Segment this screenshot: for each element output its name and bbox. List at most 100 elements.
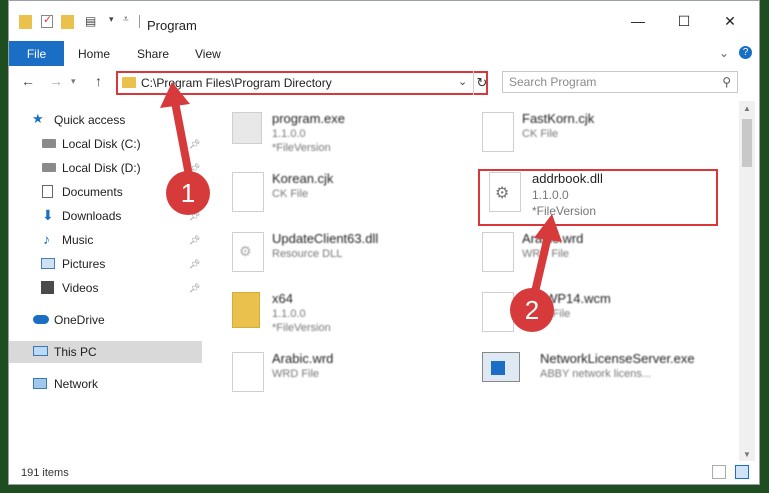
sidebar-item-label: Downloads [62,209,122,223]
sidebar-item-label: Network [54,377,99,391]
window-title: Program [147,18,197,33]
status-bar: 191 items [9,461,759,484]
chevron-down-icon[interactable]: ⌄ [458,75,467,88]
vertical-scrollbar[interactable]: ▲ ▼ [739,101,755,461]
sidebar-item-label: Local Disk (C:) [62,137,141,151]
close-button[interactable]: ✕ [713,11,747,31]
sidebar-item-this-pc[interactable]: This PC [9,341,202,363]
sidebar-item-label: Videos [62,281,99,295]
customize-quick-access-icon[interactable]: ▤ [85,14,101,30]
list-item[interactable]: x64 1.1.0.0 *FileVersion [232,289,472,343]
file-name: program.exe [272,111,345,126]
pin-icon[interactable]: 📌︎ [189,235,200,246]
navigation-pane: ★ Quick access Local Disk (C:) 📌︎ Local … [9,101,202,461]
chevron-down-icon[interactable]: ⩡ [123,14,129,30]
pin-icon[interactable]: 📌︎ [189,139,200,150]
properties-icon[interactable]: ✓ [41,14,53,28]
address-bar[interactable]: C:\Program Files\Program Directory ⌄ ↻ [116,71,488,95]
sidebar-item-videos[interactable]: Videos 📌︎ [9,277,202,299]
file-name: FastKorn.cjk [522,111,595,126]
drive-icon [42,163,56,172]
file-icon [232,172,264,212]
sidebar-item-label: Local Disk (D:) [62,161,141,175]
scrollbar-thumb[interactable] [742,119,752,167]
recent-locations-icon[interactable]: ▾ [71,76,76,87]
list-item[interactable]: NetworkLicenseServer.exe ABBY network li… [482,349,722,403]
address-path[interactable]: C:\Program Files\Program Directory [141,76,332,90]
minimize-button[interactable]: — [621,11,655,31]
list-item[interactable]: Arabic.wrd WRD File [232,349,472,403]
search-input[interactable]: Search Program ⚲ [502,71,738,93]
app-window-icon [482,352,520,382]
documents-icon [42,185,53,198]
file-detail: 1.1.0.0 [272,308,306,320]
forward-arrow-icon[interactable]: → [49,73,63,89]
videos-icon [41,281,54,294]
up-arrow-icon[interactable]: ↑ [95,73,102,89]
list-item[interactable]: program.exe 1.1.0.0 *FileVersion [232,109,472,163]
title-bar: ✓ ▤ ▾ ⩡ Program — ☐ ✕ [9,1,759,41]
pin-icon[interactable]: 📌︎ [189,259,200,270]
tab-share[interactable]: Share [137,47,169,61]
sidebar-item-onedrive[interactable]: OneDrive [9,309,202,331]
file-name: x64 [272,291,293,306]
computer-icon [33,346,48,356]
item-count: 191 items [21,467,69,479]
file-name: Arabic.wrd [272,351,334,366]
file-list: program.exe 1.1.0.0 *FileVersion FastKor… [214,101,739,461]
pin-icon[interactable]: 📌︎ [189,283,200,294]
network-icon [33,378,47,389]
details-view-icon[interactable] [712,465,726,479]
list-item[interactable]: Korean.cjk CK File [232,169,472,223]
file-icon [232,352,264,392]
new-folder-icon[interactable] [61,15,74,29]
back-arrow-icon[interactable]: ← [21,73,35,89]
list-item[interactable]: Arabic.wrd WRD File [482,229,722,283]
explorer-window: ✓ ▤ ▾ ⩡ Program — ☐ ✕ File Home Share Vi… [8,0,760,485]
sidebar-item-label: This PC [54,345,97,359]
large-icons-view-icon[interactable] [735,465,749,479]
list-item[interactable]: ⚙ UpdateClient63.dll Resource DLL [232,229,472,283]
sidebar-item-quick-access[interactable]: ★ Quick access [9,109,202,131]
sidebar-item-local-disk-c[interactable]: Local Disk (C:) 📌︎ [9,133,202,155]
callout-1: 1 [166,171,210,215]
chevron-down-icon[interactable]: ▾ [109,14,114,30]
dll-gear-icon: ⚙ [232,232,264,272]
scroll-up-icon[interactable]: ▲ [739,101,755,115]
maximize-button[interactable]: ☐ [667,11,701,31]
sidebar-item-label: Documents [62,185,123,199]
file-detail: CK File [522,128,559,140]
cloud-icon [33,315,49,324]
music-icon: ♪ [43,231,50,247]
tab-view[interactable]: View [195,47,221,61]
sidebar-item-label: Music [62,233,94,247]
pictures-icon [41,258,55,269]
scroll-down-icon[interactable]: ▼ [739,447,755,461]
search-icon[interactable]: ⚲ [722,75,731,89]
file-name: Korean.cjk [272,171,334,186]
sidebar-item-music[interactable]: ♪ Music 📌︎ [9,229,202,251]
tab-file[interactable]: File [9,41,64,66]
file-detail: WRD File [522,248,570,260]
help-icon[interactable]: ? [739,46,752,59]
file-icon [482,112,514,152]
title-divider [139,15,140,28]
list-item[interactable]: FastKorn.cjk CK File [482,109,722,163]
file-detail: *FileVersion [272,142,331,154]
sidebar-item-pictures[interactable]: Pictures 📌︎ [9,253,202,275]
star-icon: ★ [32,111,44,126]
file-name: UpdateClient63.dll [272,231,379,246]
refresh-icon[interactable]: ↻ [473,71,490,95]
folder-icon [19,15,32,29]
ribbon: File Home Share View ⌄ ? [9,41,759,66]
sidebar-item-label: OneDrive [54,313,105,327]
folder-icon [122,77,136,88]
file-detail: *FileVersion [272,322,331,334]
drive-icon [42,139,56,148]
sidebar-item-network[interactable]: Network [9,373,202,395]
tab-home[interactable]: Home [78,47,110,61]
expand-ribbon-icon[interactable]: ⌄ [719,46,729,60]
file-name: NetworkLicenseServer.exe [540,351,695,366]
sidebar-item-label: Quick access [54,113,126,127]
highlight-box [478,169,718,226]
